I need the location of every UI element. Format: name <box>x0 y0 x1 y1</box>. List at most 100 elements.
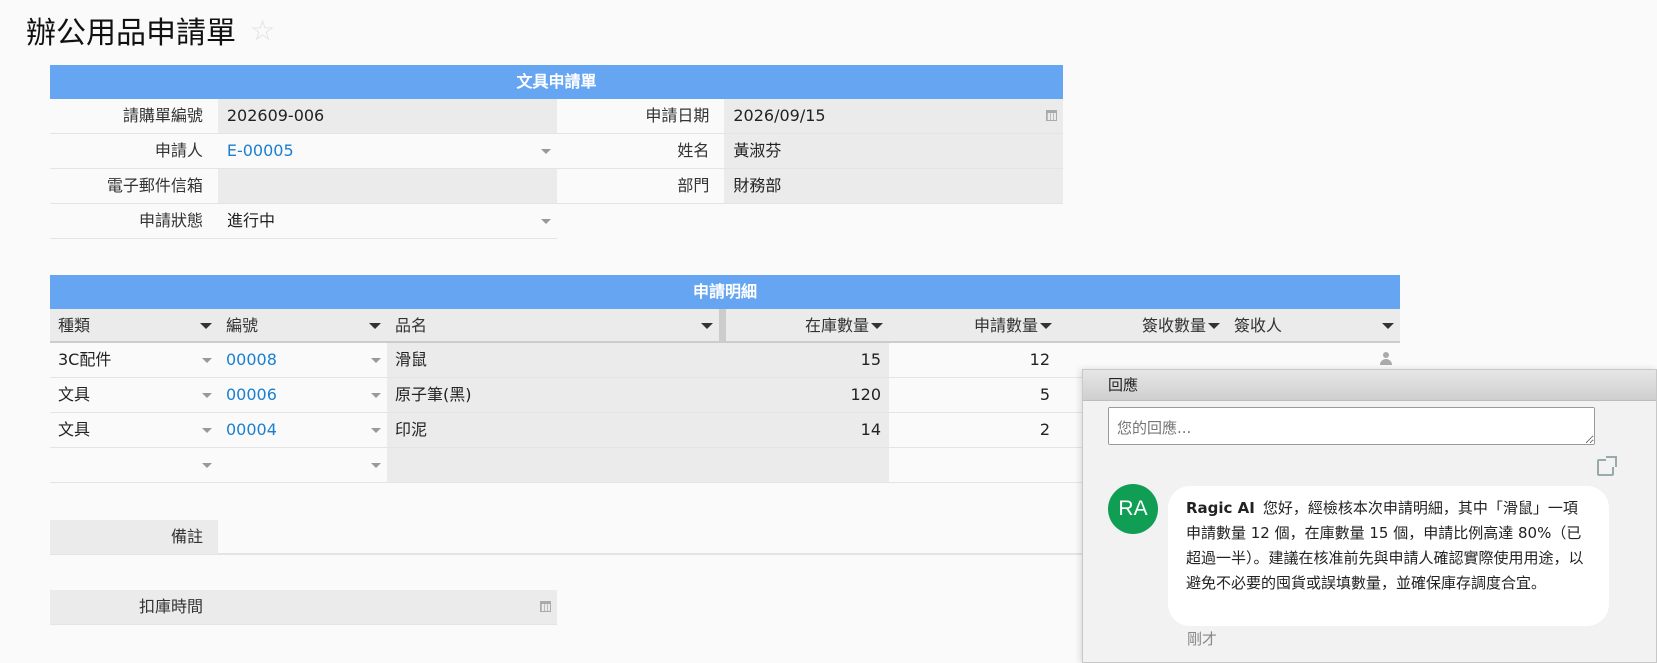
email-label: 電子郵件信箱 <box>50 169 218 204</box>
sort-icon[interactable] <box>200 323 212 329</box>
stock-cell: 14 <box>726 413 889 447</box>
form-row: 請購單編號 202609-006 申請日期 2026/09/15 <box>50 99 1063 134</box>
reply-input[interactable] <box>1108 407 1595 445</box>
chevron-down-icon[interactable] <box>371 463 381 468</box>
column-header-received[interactable]: 簽收數量 <box>1058 309 1226 341</box>
qty-cell[interactable] <box>889 448 1058 482</box>
sort-icon[interactable] <box>1208 323 1220 329</box>
code-cell[interactable] <box>218 448 387 482</box>
column-header-qty[interactable]: 申請數量 <box>889 309 1058 341</box>
form-row: 申請人 E-00005 姓名 黃淑芬 <box>50 134 1063 169</box>
external-link-icon[interactable] <box>1597 456 1617 476</box>
column-header-receiver[interactable]: 簽收人 <box>1226 309 1400 341</box>
sort-icon[interactable] <box>1382 323 1394 329</box>
sort-icon[interactable] <box>369 323 381 329</box>
chevron-down-icon[interactable] <box>202 393 212 398</box>
item-cell: 原子筆(黑) <box>387 378 726 412</box>
chevron-down-icon[interactable] <box>202 358 212 363</box>
comment-panel-title[interactable]: 回應 <box>1083 370 1656 401</box>
detail-section-title: 申請明細 <box>50 275 1400 309</box>
qty-cell[interactable]: 5 <box>889 378 1058 412</box>
remark-row: 備註 <box>50 520 1113 555</box>
column-header-stock[interactable]: 在庫數量 <box>726 309 889 341</box>
status-value: 進行中 <box>227 211 276 230</box>
stock-cell: 120 <box>726 378 889 412</box>
sort-icon[interactable] <box>1040 323 1052 329</box>
comment-panel: 回應 RA Ragic AI您好，經檢核本次申請明細，其中「滑鼠」一項申請數量 … <box>1082 369 1657 663</box>
chevron-down-icon[interactable] <box>202 463 212 468</box>
column-header-label: 在庫數量 <box>804 316 869 335</box>
page-title: 辦公用品申請單 ☆ <box>26 8 275 52</box>
applicant-link[interactable]: E-00005 <box>227 141 294 160</box>
column-header-code[interactable]: 編號 <box>218 309 387 341</box>
chevron-down-icon[interactable] <box>371 358 381 363</box>
column-header-label: 編號 <box>226 316 259 335</box>
chevron-down-icon[interactable] <box>371 428 381 433</box>
type-cell[interactable]: 3C配件 <box>50 343 218 377</box>
comment-author: Ragic AI <box>1186 499 1255 517</box>
item-cell: 滑鼠 <box>387 343 726 377</box>
item-cell <box>387 448 726 482</box>
form-row: 電子郵件信箱 部門 財務部 <box>50 169 1063 204</box>
chevron-down-icon[interactable] <box>540 149 551 154</box>
type-cell[interactable] <box>50 448 218 482</box>
dept-label: 部門 <box>556 169 725 204</box>
stock-cell <box>726 448 889 482</box>
email-field <box>217 169 557 204</box>
code-cell[interactable]: 00004 <box>218 413 387 447</box>
table-header: 種類 編號 品名 在庫數量 申請數量 簽收數量 簽收人 <box>50 309 1400 343</box>
name-label: 姓名 <box>556 134 725 169</box>
code-link[interactable]: 00004 <box>226 420 277 439</box>
star-icon[interactable]: ☆ <box>250 14 275 47</box>
applicant-field[interactable]: E-00005 <box>217 134 557 169</box>
remark-field[interactable] <box>218 520 1113 554</box>
qty-cell[interactable]: 2 <box>889 413 1058 447</box>
column-header-type[interactable]: 種類 <box>50 309 218 341</box>
column-header-label: 品名 <box>395 316 428 335</box>
calendar-icon[interactable] <box>540 601 551 612</box>
column-header-label: 申請數量 <box>973 316 1038 335</box>
qty-cell[interactable]: 12 <box>889 343 1058 377</box>
apply-date-value: 2026/09/15 <box>733 106 826 125</box>
code-link[interactable]: 00006 <box>226 385 277 404</box>
apply-date-field[interactable]: 2026/09/15 <box>724 99 1063 134</box>
calendar-icon[interactable] <box>1046 110 1057 121</box>
column-header-label: 種類 <box>58 316 91 335</box>
sort-icon[interactable] <box>871 323 883 329</box>
avatar: RA <box>1108 484 1158 534</box>
sort-icon[interactable] <box>701 323 713 329</box>
status-label: 申請狀態 <box>50 204 218 239</box>
form-section-title: 文具申請單 <box>50 65 1063 99</box>
column-resize-handle[interactable] <box>719 309 726 341</box>
item-cell: 印泥 <box>387 413 726 447</box>
name-field: 黃淑芬 <box>724 134 1063 169</box>
chevron-down-icon[interactable] <box>371 393 381 398</box>
dept-field: 財務部 <box>724 169 1063 204</box>
type-value: 文具 <box>58 385 91 404</box>
type-cell[interactable]: 文具 <box>50 413 218 447</box>
type-value: 文具 <box>58 420 91 439</box>
form-row: 申請狀態 進行中 <box>50 204 1063 239</box>
chevron-down-icon[interactable] <box>541 219 551 224</box>
code-link[interactable]: 00008 <box>226 350 277 369</box>
type-cell[interactable]: 文具 <box>50 378 218 412</box>
column-header-item[interactable]: 品名 <box>387 309 719 341</box>
chevron-down-icon[interactable] <box>202 428 212 433</box>
code-cell[interactable]: 00008 <box>218 343 387 377</box>
order-no-label: 請購單編號 <box>50 99 218 134</box>
deduct-time-field[interactable] <box>218 590 557 625</box>
column-header-label: 簽收數量 <box>1141 316 1206 335</box>
apply-date-label: 申請日期 <box>556 99 725 134</box>
main-form: 文具申請單 請購單編號 202609-006 申請日期 2026/09/15 申… <box>50 65 1063 239</box>
comment-bubble: Ragic AI 您好，經檢核本次申請明細，其中「滑鼠」一項申請數量 12 個，在… <box>1168 486 1609 626</box>
comment-time: 剛才 <box>1187 630 1218 648</box>
code-cell[interactable]: 00006 <box>218 378 387 412</box>
type-value: 3C配件 <box>58 350 112 369</box>
applicant-label: 申請人 <box>50 134 218 169</box>
column-header-label: 簽收人 <box>1234 316 1283 335</box>
stock-cell: 15 <box>726 343 889 377</box>
status-select[interactable]: 進行中 <box>218 204 557 239</box>
page-title-text: 辦公用品申請單 <box>26 16 236 51</box>
user-icon[interactable] <box>1380 352 1392 366</box>
remark-label: 備註 <box>50 520 218 554</box>
